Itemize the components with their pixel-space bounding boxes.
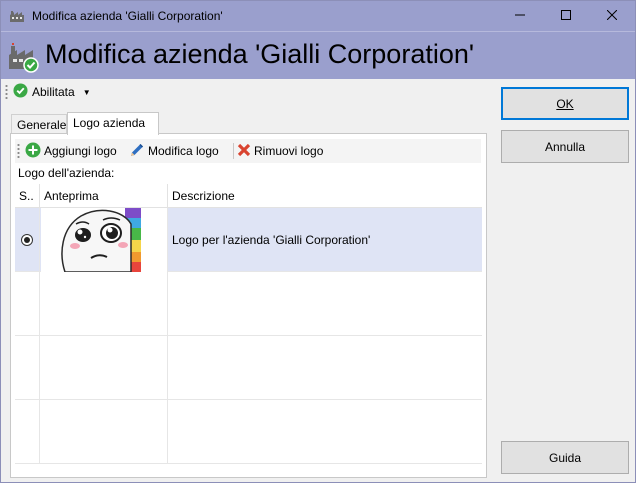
column-header-selected[interactable]: S.. — [15, 184, 40, 208]
empty-cell — [168, 400, 482, 464]
pencil-icon — [129, 142, 145, 161]
remove-logo-button[interactable]: Rimuovi logo — [237, 142, 323, 160]
cancel-label: Annulla — [544, 139, 586, 154]
close-icon — [606, 9, 618, 23]
empty-cell — [168, 272, 482, 336]
red-x-icon — [237, 143, 251, 160]
ok-label: OK — [556, 96, 574, 111]
ok-button[interactable]: OK — [501, 87, 629, 120]
add-logo-button[interactable]: Aggiungi logo — [25, 142, 117, 160]
empty-row — [15, 336, 482, 400]
empty-row — [15, 272, 482, 336]
empty-row — [15, 400, 482, 464]
description-cell: Logo per l'azienda 'Gialli Corporation' — [172, 233, 371, 247]
add-logo-label: Aggiungi logo — [44, 144, 117, 158]
preview-cell — [40, 208, 168, 272]
logo-grid[interactable]: S.. Anteprima Descrizione Logo per l'azi… — [15, 184, 482, 474]
empty-cell — [15, 336, 40, 400]
empty-cell — [40, 336, 168, 400]
toolbar-grip[interactable] — [5, 84, 8, 100]
empty-cell — [15, 272, 40, 336]
empty-cell — [168, 336, 482, 400]
logo-toolbar: Aggiungi logo Modifica logo Rimuovi logo — [15, 139, 481, 163]
tab-logo-azienda[interactable]: Logo azienda — [67, 112, 159, 135]
selected-cell[interactable] — [15, 208, 40, 272]
logo-preview-image — [41, 208, 167, 272]
column-header-description[interactable]: Descrizione — [168, 184, 482, 208]
tab-panel-logo: Aggiungi logo Modifica logo Rimuovi logo… — [10, 133, 487, 478]
status-dropdown[interactable]: Abilitata ▼ — [13, 83, 91, 101]
page-title: Modifica azienda 'Gialli Corporation' — [45, 39, 475, 69]
dialog-window: Modifica azienda 'Gialli Corporation' Mo… — [0, 0, 636, 483]
check-circle-icon — [13, 83, 28, 101]
selected-radio[interactable] — [21, 234, 33, 246]
maximize-button[interactable] — [543, 1, 589, 31]
factory-icon — [9, 9, 25, 23]
help-button[interactable]: Guida — [501, 441, 629, 474]
edit-logo-label: Modifica logo — [148, 144, 219, 158]
tab-generale[interactable]: Generale — [11, 114, 67, 134]
title-bar[interactable]: Modifica azienda 'Gialli Corporation' — [1, 1, 635, 31]
cancel-button[interactable]: Annulla — [501, 130, 629, 163]
empty-cell — [40, 400, 168, 464]
factory-edit-icon — [7, 41, 39, 73]
minimize-icon — [515, 9, 525, 23]
remove-logo-label: Rimuovi logo — [254, 144, 324, 158]
status-toolbar: Abilitata ▼ — [3, 81, 493, 103]
grid-header: S.. Anteprima Descrizione — [15, 184, 482, 208]
maximize-icon — [561, 9, 571, 23]
empty-cell — [40, 272, 168, 336]
help-label: Guida — [548, 450, 582, 465]
status-label: Abilitata — [32, 85, 75, 99]
plus-circle-icon — [25, 142, 41, 161]
logo-grid-label: Logo dell'azienda: — [18, 166, 115, 180]
chevron-down-icon: ▼ — [82, 87, 91, 97]
window-title: Modifica azienda 'Gialli Corporation' — [32, 9, 223, 23]
close-button[interactable] — [589, 1, 635, 31]
table-row[interactable]: Logo per l'azienda 'Gialli Corporation' — [15, 208, 482, 272]
header-banner: Modifica azienda 'Gialli Corporation' — [1, 31, 635, 79]
minimize-button[interactable] — [497, 1, 543, 31]
toolbar-separator — [233, 143, 234, 159]
column-header-preview[interactable]: Anteprima — [40, 184, 168, 208]
empty-cell — [15, 400, 40, 464]
toolbar-grip[interactable] — [17, 143, 20, 159]
edit-logo-button[interactable]: Modifica logo — [129, 142, 219, 160]
